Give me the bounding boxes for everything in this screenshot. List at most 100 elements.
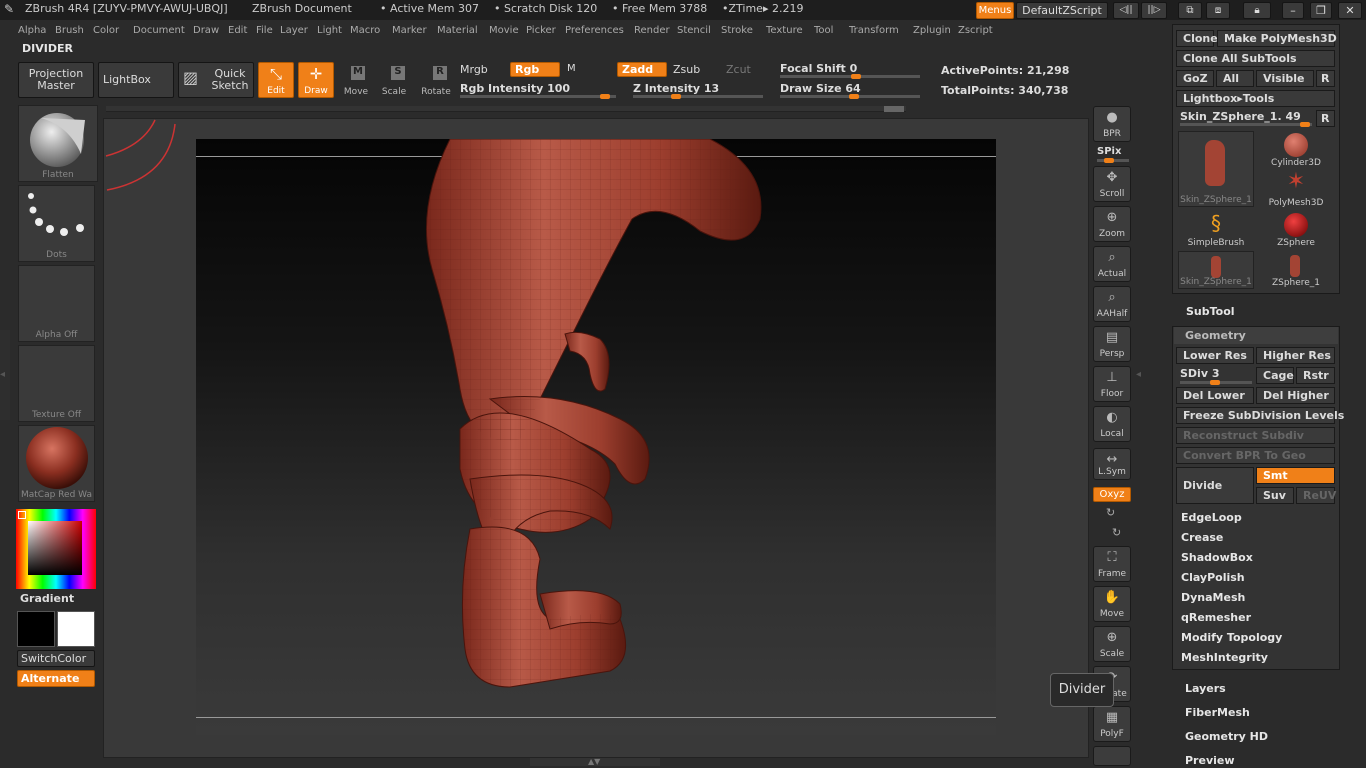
tool-item-zsphere-1[interactable]: ZSphere_1: [1258, 251, 1334, 289]
left-tray-toggle-icon[interactable]: ◂: [0, 330, 10, 420]
top-shelf-scroll-thumb[interactable]: [884, 106, 904, 112]
brush-thumbnail[interactable]: Flatten: [18, 105, 98, 182]
sdiv-knob[interactable]: [1210, 380, 1220, 385]
tool-item-zsphere[interactable]: ZSphere: [1258, 211, 1334, 249]
rotate-z-icon[interactable]: ↻: [1112, 526, 1121, 539]
menu-item[interactable]: Brush: [55, 25, 84, 36]
skin-slider-knob[interactable]: [1300, 122, 1310, 127]
sculpt-model[interactable]: [410, 139, 770, 691]
preview-section[interactable]: Preview: [1185, 754, 1235, 767]
persp-button[interactable]: ▤ Persp: [1093, 326, 1131, 362]
qremesher-section[interactable]: qRemesher: [1181, 611, 1251, 624]
menu-item[interactable]: Marker: [392, 25, 427, 36]
move-button[interactable]: M Move: [338, 62, 374, 98]
del-higher-button[interactable]: Del Higher: [1256, 387, 1335, 404]
goz-button[interactable]: GoZ: [1176, 70, 1214, 87]
transp-button[interactable]: [1093, 746, 1131, 766]
secondary-color-swatch[interactable]: [57, 611, 95, 647]
rgb-intensity-knob[interactable]: [600, 94, 610, 99]
main-color-swatch[interactable]: [17, 611, 55, 647]
menu-item[interactable]: Stroke: [721, 25, 753, 36]
menu-item[interactable]: File: [256, 25, 273, 36]
m-button[interactable]: M: [567, 63, 576, 74]
maximize-icon[interactable]: ❐: [1310, 2, 1332, 19]
color-picker-square[interactable]: [28, 521, 82, 575]
reconstruct-subdiv-button[interactable]: Reconstruct Subdiv: [1176, 427, 1335, 444]
menu-item[interactable]: Light: [317, 25, 342, 36]
menu-item[interactable]: Zscript: [958, 25, 993, 36]
del-lower-button[interactable]: Del Lower: [1176, 387, 1254, 404]
menu-item[interactable]: Transform: [849, 25, 899, 36]
cage-button[interactable]: Cage: [1256, 367, 1294, 384]
tool-item-skin-zsphere-2[interactable]: Skin_ZSphere_1: [1178, 251, 1254, 289]
rotate-button[interactable]: R Rotate: [416, 62, 456, 98]
right-tray-toggle-icon[interactable]: ◂: [1136, 330, 1146, 420]
tool-item-polymesh3d[interactable]: ✶ PolyMesh3D: [1258, 169, 1334, 209]
freeze-subdivision-button[interactable]: Freeze SubDivision Levels: [1176, 407, 1344, 424]
floor-button[interactable]: ⊥ Floor: [1093, 366, 1131, 402]
menu-item[interactable]: Layer: [280, 25, 308, 36]
rotate-y-icon[interactable]: ↻: [1106, 506, 1115, 519]
scale-view-button[interactable]: ⊕ Scale: [1093, 626, 1131, 662]
edgeloop-section[interactable]: EdgeLoop: [1181, 511, 1242, 524]
close-icon[interactable]: ✕: [1338, 2, 1362, 19]
spix-knob[interactable]: [1104, 158, 1114, 163]
r-button[interactable]: R: [1316, 70, 1335, 87]
lightbox-button[interactable]: LightBox: [98, 62, 174, 98]
geometry-header[interactable]: Geometry: [1185, 329, 1246, 342]
bpr-button[interactable]: ● BPR: [1093, 106, 1131, 142]
zcut-button[interactable]: Zcut: [726, 63, 751, 76]
menu-item[interactable]: Zplugin: [913, 25, 951, 36]
lock-icon[interactable]: 🔒︎: [1243, 2, 1271, 19]
rgb-intensity-slider[interactable]: [460, 95, 616, 98]
rstr-button[interactable]: Rstr: [1296, 367, 1335, 384]
clone-all-subtools-button[interactable]: Clone All SubTools: [1176, 50, 1335, 67]
minimize-icon[interactable]: –: [1282, 2, 1304, 19]
z-intensity-knob[interactable]: [671, 94, 681, 99]
r-slider-button[interactable]: R: [1316, 110, 1335, 127]
menu-item[interactable]: Draw: [193, 25, 219, 36]
local-button[interactable]: ◐ Local: [1093, 406, 1131, 442]
crease-section[interactable]: Crease: [1181, 531, 1223, 544]
lower-res-button[interactable]: Lower Res: [1176, 347, 1254, 364]
all-button[interactable]: All: [1216, 70, 1254, 87]
menu-item[interactable]: Stencil: [677, 25, 711, 36]
smt-button[interactable]: Smt: [1256, 467, 1335, 484]
switch-color-button[interactable]: SwitchColor: [17, 650, 95, 667]
meshintegrity-section[interactable]: MeshIntegrity: [1181, 651, 1268, 664]
draw-button[interactable]: ✛ Draw: [298, 62, 334, 98]
stroke-thumbnail[interactable]: Dots: [18, 185, 95, 262]
actual-button[interactable]: ⌕ Actual: [1093, 246, 1131, 282]
suv-button[interactable]: Suv: [1256, 487, 1294, 504]
focal-shift-knob[interactable]: [851, 74, 861, 79]
menu-item[interactable]: Document: [133, 25, 185, 36]
divide-button[interactable]: Divide: [1176, 467, 1254, 504]
higher-res-button[interactable]: Higher Res: [1256, 347, 1335, 364]
scroll-button[interactable]: ✥ Scroll: [1093, 166, 1131, 202]
menu-item[interactable]: Color: [93, 25, 119, 36]
clone-button[interactable]: Clone: [1176, 30, 1218, 47]
lightbox-tools-button[interactable]: Lightbox▸Tools: [1176, 90, 1335, 107]
subtool-header[interactable]: SubTool: [1186, 305, 1235, 318]
frame-button[interactable]: ⛶ Frame: [1093, 546, 1131, 582]
scale-button[interactable]: S Scale: [376, 62, 412, 98]
focal-shift-slider[interactable]: [780, 75, 920, 78]
top-shelf-scrollbar[interactable]: [106, 106, 906, 112]
menu-item[interactable]: Render: [634, 25, 670, 36]
zadd-button[interactable]: Zadd: [617, 62, 667, 77]
texture-thumbnail[interactable]: Texture Off: [18, 345, 95, 422]
menu-item[interactable]: Alpha: [18, 25, 46, 36]
menu-item[interactable]: Edit: [228, 25, 247, 36]
convert-bpr-button[interactable]: Convert BPR To Geo: [1176, 447, 1335, 464]
zsub-button[interactable]: Zsub: [673, 63, 700, 76]
menu-item[interactable]: Macro: [350, 25, 380, 36]
alternate-button[interactable]: Alternate: [17, 670, 95, 687]
gradient-label[interactable]: Gradient: [20, 592, 74, 605]
reuv-button[interactable]: ReUV: [1296, 487, 1336, 504]
menu-item[interactable]: Tool: [814, 25, 833, 36]
menus-button[interactable]: Menus: [976, 2, 1014, 19]
default-zscript-button[interactable]: DefaultZScript: [1016, 2, 1108, 19]
material-thumbnail[interactable]: MatCap Red Wa: [18, 425, 95, 502]
lsym-button[interactable]: ↔ L.Sym: [1093, 448, 1131, 480]
layout-icon[interactable]: ⧉: [1178, 2, 1202, 19]
